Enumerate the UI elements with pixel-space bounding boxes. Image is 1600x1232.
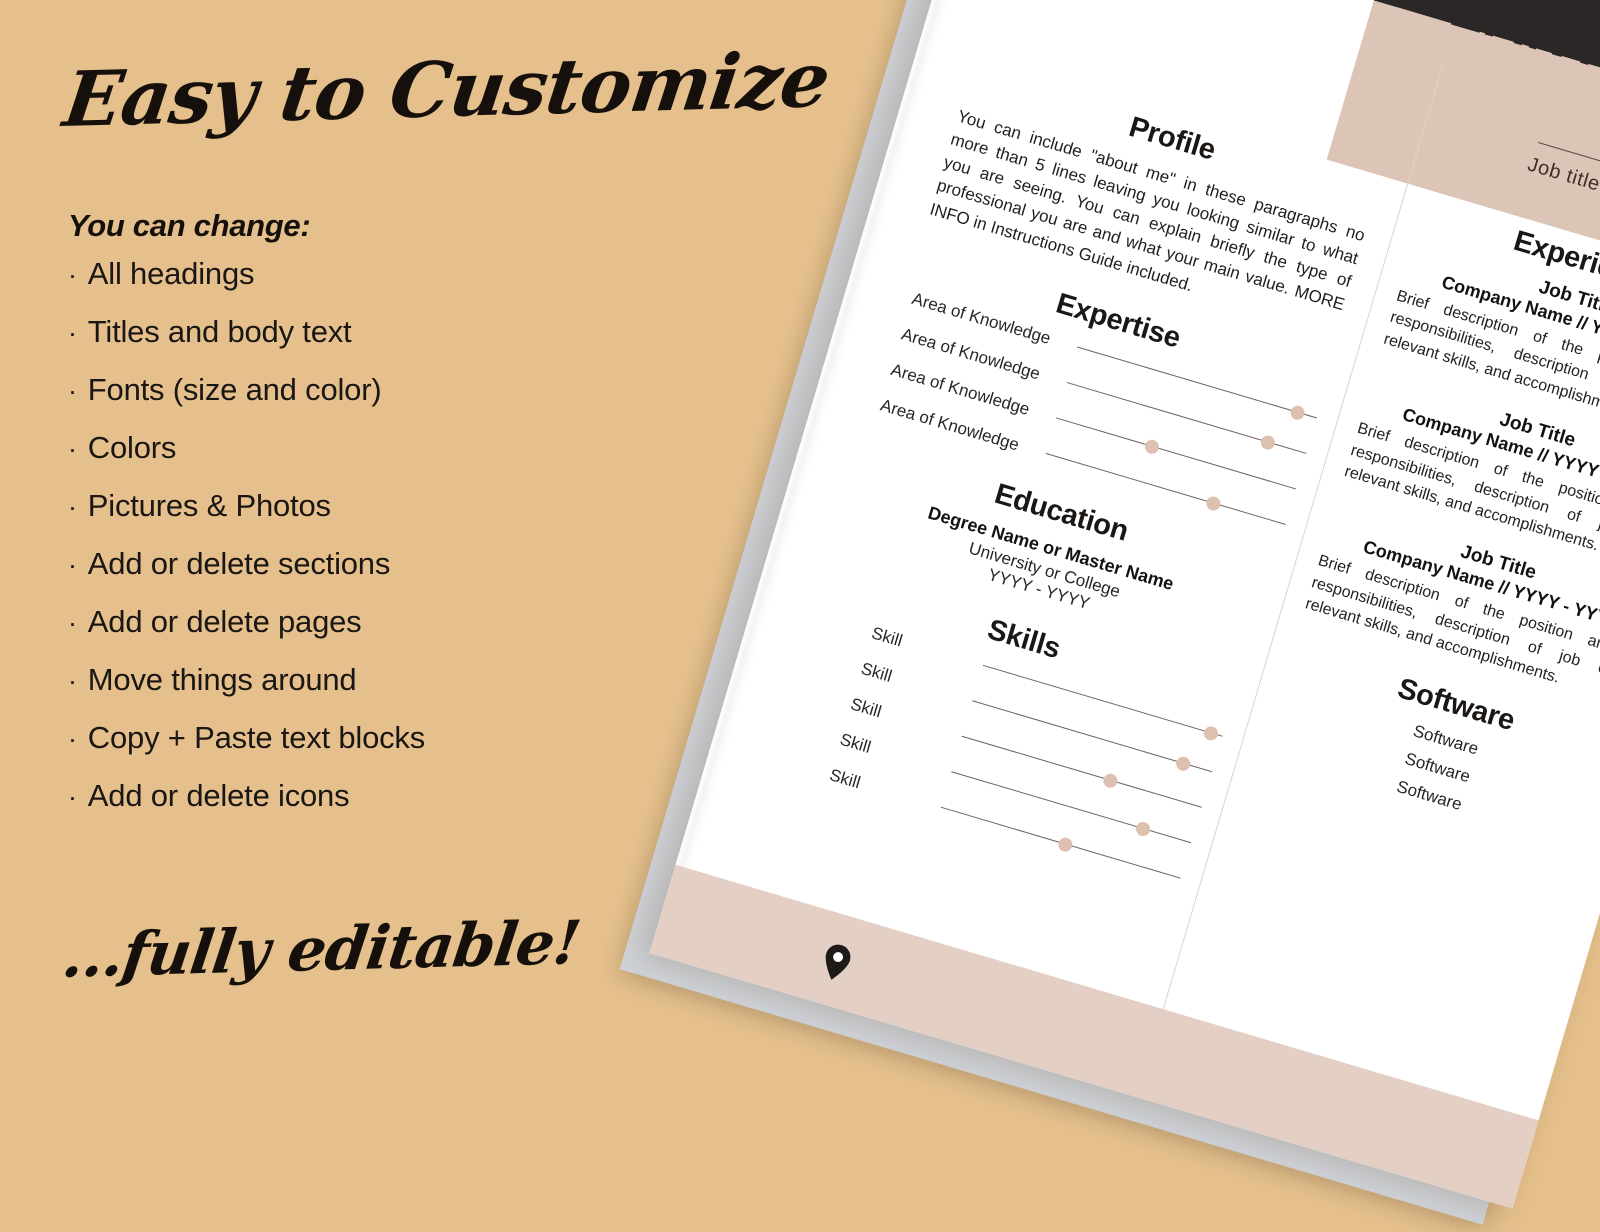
meter-level-dot	[1259, 433, 1277, 451]
bullet-dot-icon: ·	[68, 260, 77, 290]
promo-footer-script: ...fully editable!	[58, 908, 584, 992]
resume-page-front: · MARY · LANTERMAN Job title here Profil…	[649, 0, 1600, 1209]
feature-list-item: · Fonts (size and color)	[68, 374, 668, 405]
feature-list-item: · Pictures & Photos	[68, 490, 668, 521]
feature-list-item-label: Fonts (size and color)	[87, 372, 382, 407]
meter-line	[951, 770, 1192, 843]
feature-list-item-label: All headings	[87, 256, 255, 291]
feature-list-item-label: Titles and body text	[87, 314, 352, 349]
meter-level-dot	[1174, 754, 1192, 773]
promo-panel: Easy to Customize You can change: · All h…	[0, 0, 834, 1066]
promo-headline: Easy to Customize	[58, 35, 835, 144]
bullet-dot-icon: ·	[68, 724, 77, 754]
meter-line	[1056, 417, 1297, 490]
feature-list-item: · Move things around	[68, 664, 668, 695]
feature-list-item-label: Add or delete icons	[87, 778, 350, 813]
meter-level-dot	[1101, 771, 1120, 790]
feature-list-item-label: Add or delete pages	[87, 604, 362, 639]
page-footer-band	[649, 864, 1539, 1209]
customizable-features-list: · All headings · Titles and body text · Fonts…	[68, 258, 668, 838]
feature-list-item-label: Pictures & Photos	[87, 488, 331, 523]
feature-list-item-label: Copy + Paste text blocks	[87, 720, 426, 755]
resume-preview: · MARY · LANTERMAN Job title here Profil…	[619, 0, 1600, 1225]
feature-list-item: · All headings	[68, 258, 668, 289]
bullet-dot-icon: ·	[68, 782, 77, 812]
meter-level-dot	[1056, 835, 1075, 853]
feature-list-item: · Colors	[68, 432, 668, 463]
meter-line	[961, 735, 1202, 808]
feature-list-item: · Add or delete pages	[68, 606, 668, 637]
meter-level-dot	[1134, 819, 1152, 838]
feature-list-item: · Titles and body text	[68, 316, 668, 347]
feature-list-item-label: Add or delete sections	[87, 546, 391, 581]
feature-list-item: · Copy + Paste text blocks	[68, 722, 668, 753]
bullet-dot-icon: ·	[68, 666, 77, 696]
feature-list-item-label: Move things around	[87, 662, 357, 697]
bullet-dot-icon: ·	[68, 318, 77, 348]
bullet-dot-icon: ·	[68, 608, 77, 638]
bullet-dot-icon: ·	[68, 376, 77, 406]
meter-level-dot	[1201, 724, 1220, 742]
feature-list-item: · Add or delete sections	[68, 548, 668, 579]
bullet-dot-icon: ·	[68, 550, 77, 580]
meter-level-dot	[1143, 437, 1161, 456]
bullet-dot-icon: ·	[68, 492, 77, 522]
meter-level-dot	[1204, 494, 1223, 512]
meter-level-dot	[1288, 403, 1307, 422]
feature-list-item-label: Colors	[87, 430, 177, 465]
bullet-dot-icon: ·	[68, 434, 77, 464]
promo-subheading: You can change:	[68, 208, 311, 243]
feature-list-item: · Add or delete icons	[68, 780, 668, 811]
